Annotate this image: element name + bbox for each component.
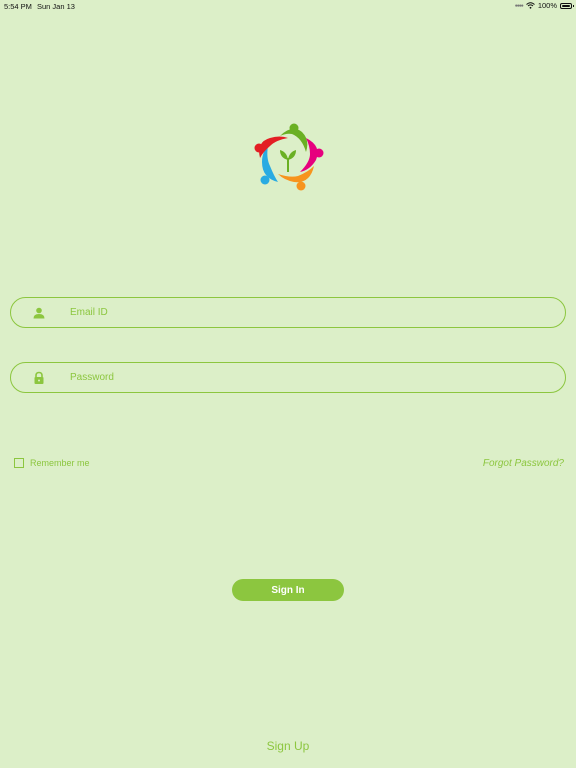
battery-icon xyxy=(560,2,574,9)
signal-icon: ●●●● xyxy=(514,2,524,9)
email-field[interactable] xyxy=(10,297,566,328)
people-circle-sprout-logo xyxy=(254,123,324,191)
status-bar: 5:54 PM Sun Jan 13 ●●●● 100% xyxy=(0,0,576,12)
sign-up-link[interactable]: Sign Up xyxy=(0,739,576,753)
remember-me-toggle[interactable]: Remember me xyxy=(14,458,90,468)
password-field[interactable] xyxy=(10,362,566,393)
user-icon xyxy=(33,307,45,319)
sign-in-button[interactable]: Sign In xyxy=(232,579,344,601)
wifi-icon xyxy=(525,2,535,9)
remember-me-checkbox[interactable] xyxy=(14,458,24,468)
forgot-password-link[interactable]: Forgot Password? xyxy=(483,458,564,469)
battery-percent: 100% xyxy=(537,1,557,10)
email-input[interactable] xyxy=(70,298,550,327)
remember-me-label: Remember me xyxy=(30,458,90,468)
password-input[interactable] xyxy=(70,363,550,392)
status-indicators: ●●●● 100% xyxy=(514,1,574,10)
status-time: 5:54 PM xyxy=(4,2,32,11)
lock-icon xyxy=(34,371,44,384)
status-date: Sun Jan 13 xyxy=(37,2,75,11)
